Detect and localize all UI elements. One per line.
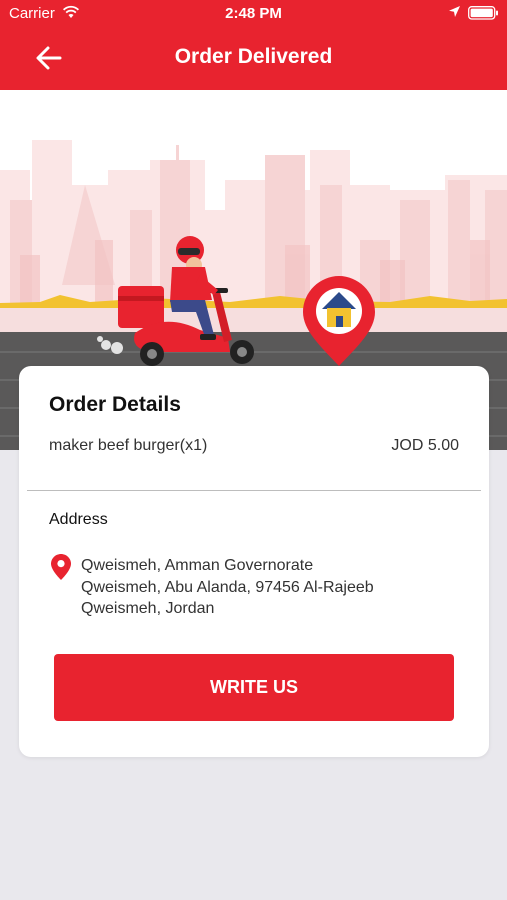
status-bar: Carrier 2:48 PM <box>0 0 507 28</box>
location-pin-icon <box>51 554 71 580</box>
status-time: 2:48 PM <box>225 5 282 22</box>
address-line-1: Qweismeh, Amman Governorate <box>81 557 314 574</box>
write-us-button[interactable]: WRITE US <box>54 654 454 721</box>
order-item-name: maker beef burger(x1) <box>49 437 208 454</box>
order-details-title: Order Details <box>49 393 181 416</box>
address-label: Address <box>49 511 108 528</box>
battery-icon <box>468 6 498 20</box>
order-item-price: JOD 5.00 <box>391 437 459 454</box>
address-line-3: Qweismeh, Jordan <box>81 600 215 617</box>
page-title: Order Delivered <box>174 45 333 68</box>
location-arrow-icon <box>449 6 460 17</box>
order-details-card: Order Details maker beef burger(x1) JOD … <box>19 366 489 757</box>
address-line-2: Qweismeh, Abu Alanda, 97456 Al-Rajeeb <box>81 578 374 596</box>
address-text: Qweismeh, Amman Governorate Qweismeh, Ab… <box>81 555 374 620</box>
divider <box>27 490 481 491</box>
app-header: Carrier 2:48 PM Order Delivered <box>0 0 507 90</box>
